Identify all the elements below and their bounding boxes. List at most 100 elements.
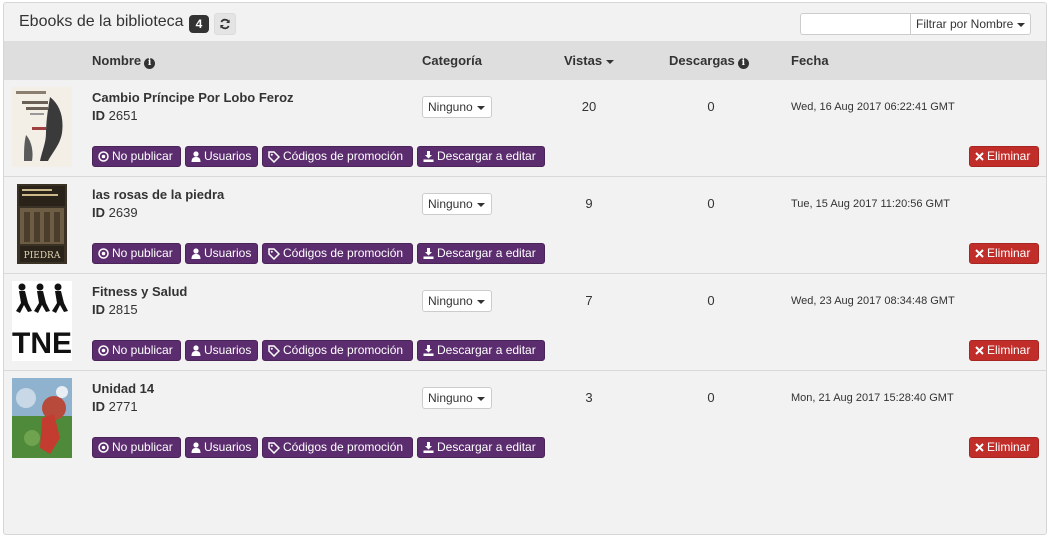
download-edit-button[interactable]: Descargar a editar [417,243,545,264]
book-cover[interactable] [12,87,72,167]
book-id: ID 2651 [92,108,138,123]
category-dropdown[interactable]: Ninguno [422,96,492,118]
delete-button[interactable]: Eliminar [969,146,1039,167]
book-cover[interactable]: TNE [12,281,72,361]
download-edit-button[interactable]: Descargar a editar [417,146,545,167]
download-icon [423,345,434,356]
book-title[interactable]: las rosas de la piedra [92,187,224,202]
category-dropdown-label: Ninguno [428,100,473,114]
download-icon [423,248,434,259]
sort-desc-icon [606,59,615,64]
views-count: 7 [585,293,593,308]
delete-label: Eliminar [987,149,1031,163]
users-label: Usuarios [204,246,252,260]
downloads-count: 0 [707,390,715,405]
chevron-down-icon [476,105,485,110]
promo-codes-label: Códigos de promoción [283,149,404,163]
tag-icon [268,150,280,163]
column-fecha[interactable]: Fecha [791,53,829,68]
book-id: ID 2771 [92,399,138,414]
category-dropdown-label: Ninguno [428,197,473,211]
unpublish-button[interactable]: No publicar [92,340,181,361]
users-label: Usuarios [204,149,252,163]
download-edit-button[interactable]: Descargar a editar [417,437,545,458]
promo-codes-label: Códigos de promoción [283,440,404,454]
user-icon [191,345,201,356]
category-dropdown[interactable]: Ninguno [422,290,492,312]
eye-off-icon [98,442,109,453]
book-cover[interactable] [12,378,72,458]
date-value: Wed, 23 Aug 2017 08:34:48 GMT [791,295,955,307]
category-dropdown[interactable]: Ninguno [422,193,492,215]
promo-codes-button[interactable]: Códigos de promoción [262,437,413,458]
download-edit-button[interactable]: Descargar a editar [417,340,545,361]
column-vistas[interactable]: Vistas [564,53,615,68]
users-button[interactable]: Usuarios [185,243,258,264]
column-descargas-label: Descargas [669,53,735,68]
count-badge: 4 [189,15,209,33]
book-title[interactable]: Fitness y Salud [92,284,187,299]
category-dropdown[interactable]: Ninguno [422,387,492,409]
delete-label: Eliminar [987,440,1031,454]
delete-label: Eliminar [987,343,1031,357]
book-id-value: 2815 [108,302,138,317]
downloads-count: 0 [707,196,715,211]
book-id-label: ID [92,205,105,220]
tag-icon [268,441,280,454]
delete-button[interactable]: Eliminar [969,243,1039,264]
users-button[interactable]: Usuarios [185,437,258,458]
download-edit-label: Descargar a editar [437,246,536,260]
download-icon [423,151,434,162]
eye-off-icon [98,345,109,356]
close-icon [975,249,984,258]
column-vistas-label: Vistas [564,53,603,68]
delete-button[interactable]: Eliminar [969,437,1039,458]
book-title[interactable]: Unidad 14 [92,381,154,396]
column-descargas[interactable]: Descargas i [669,53,749,69]
users-label: Usuarios [204,440,252,454]
table-row: PIEDRA las rosas de la piedra ID 2639 Ni… [4,177,1046,274]
book-title[interactable]: Cambio Príncipe Por Lobo Feroz [92,90,294,105]
promo-codes-button[interactable]: Códigos de promoción [262,146,413,167]
close-icon [975,443,984,452]
filter-select[interactable]: Filtrar por Nombre [910,13,1031,35]
unpublish-label: No publicar [112,149,173,163]
book-id-value: 2639 [108,205,138,220]
book-id: ID 2639 [92,205,138,220]
column-categoria[interactable]: Categoría [422,53,482,68]
user-icon [191,151,201,162]
unpublish-button[interactable]: No publicar [92,437,181,458]
close-icon [975,152,984,161]
promo-codes-button[interactable]: Códigos de promoción [262,243,413,264]
category-dropdown-label: Ninguno [428,391,473,405]
users-button[interactable]: Usuarios [185,340,258,361]
close-icon [975,346,984,355]
downloads-count: 0 [707,99,715,114]
table-row: TNE Fitness y Salud ID 2815 Ninguno 7 0 … [4,274,1046,371]
delete-button[interactable]: Eliminar [969,340,1039,361]
users-button[interactable]: Usuarios [185,146,258,167]
download-edit-label: Descargar a editar [437,149,536,163]
info-icon: i [144,58,156,69]
views-count: 3 [585,390,593,405]
promo-codes-label: Códigos de promoción [283,343,404,357]
refresh-button[interactable] [214,13,236,35]
book-cover[interactable]: PIEDRA [12,184,72,264]
column-nombre-label: Nombre [92,53,142,68]
unpublish-button[interactable]: No publicar [92,146,181,167]
book-id-value: 2771 [108,399,138,414]
category-dropdown-label: Ninguno [428,294,473,308]
eye-off-icon [98,151,109,162]
unpublish-label: No publicar [112,343,173,357]
chevron-down-icon [1017,22,1026,27]
unpublish-button[interactable]: No publicar [92,243,181,264]
promo-codes-button[interactable]: Códigos de promoción [262,340,413,361]
date-value: Mon, 21 Aug 2017 15:28:40 GMT [791,392,954,404]
column-nombre[interactable]: Nombre i [92,53,156,69]
cover-text: PIEDRA [24,251,61,261]
table-row: Cambio Príncipe Por Lobo Feroz ID 2651 N… [4,80,1046,177]
views-count: 20 [581,99,597,114]
book-id-label: ID [92,399,105,414]
eye-off-icon [98,248,109,259]
filter-input[interactable] [800,13,910,35]
